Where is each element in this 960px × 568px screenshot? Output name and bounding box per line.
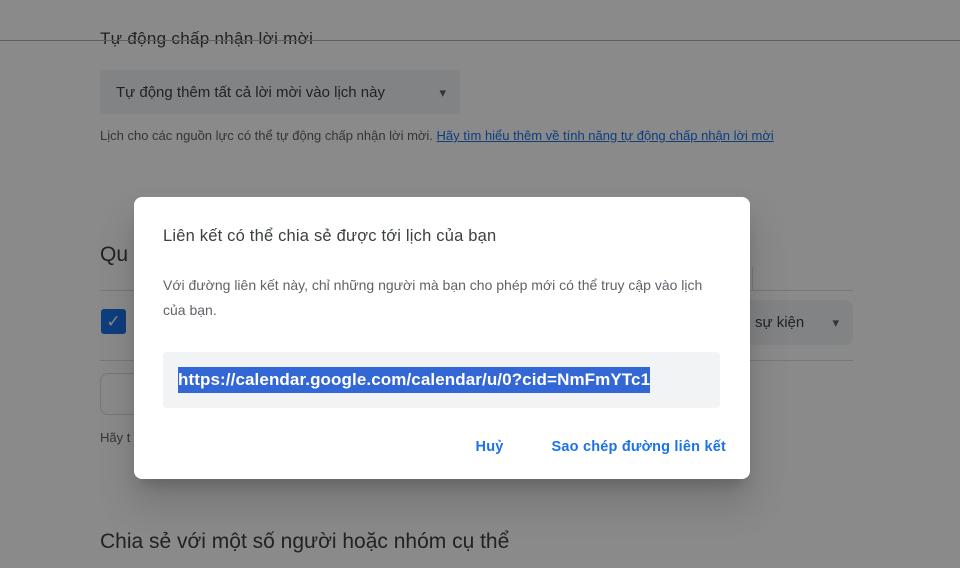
copy-link-button[interactable]: Sao chép đường liên kết	[548, 433, 730, 461]
dialog-actions: Huỷ Sao chép đường liên kết	[472, 433, 730, 461]
dialog-title: Liên kết có thể chia sẻ được tới lịch củ…	[163, 227, 721, 246]
cancel-button[interactable]: Huỷ	[472, 433, 508, 461]
share-link-selected-text: https://calendar.google.com/calendar/u/0…	[178, 367, 650, 393]
shareable-link-dialog: Liên kết có thể chia sẻ được tới lịch củ…	[134, 197, 750, 479]
share-link-field[interactable]: https://calendar.google.com/calendar/u/0…	[163, 352, 720, 408]
dialog-description: Với đường liên kết này, chỉ những người …	[163, 273, 723, 323]
